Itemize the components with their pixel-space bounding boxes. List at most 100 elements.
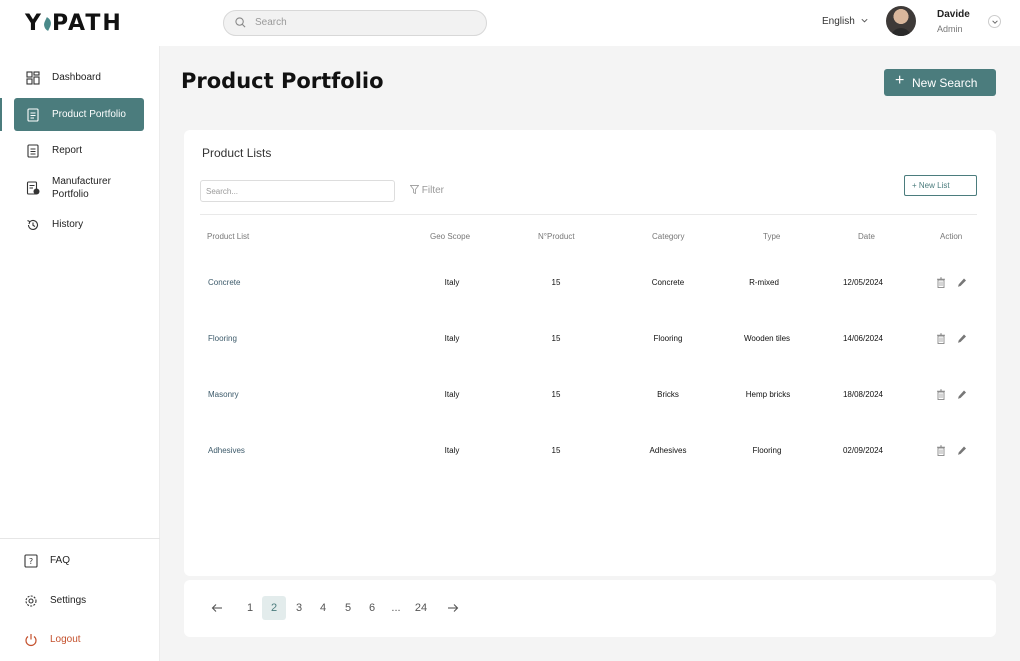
- pagination: 1 2 3 4 5 6 ... 24: [184, 580, 996, 637]
- pencil-icon[interactable]: [957, 389, 967, 400]
- gear-icon: [25, 595, 37, 607]
- product-list-name[interactable]: Adhesives: [208, 445, 245, 456]
- table-row[interactable]: Masonry Italy 15 Bricks Hemp bricks 18/0…: [184, 366, 996, 422]
- sidebar-item-settings[interactable]: Settings: [12, 584, 142, 617]
- sidebar-item-label: Logout: [50, 634, 81, 645]
- filter-label: Filter: [421, 185, 445, 196]
- type-cell: Hemp bricks: [745, 390, 791, 399]
- page-5[interactable]: 5: [336, 596, 360, 620]
- product-list-name[interactable]: Concrete: [208, 277, 240, 288]
- arrow-right-icon[interactable]: [447, 602, 459, 614]
- date-cell: 18/08/2024: [842, 390, 884, 399]
- active-indicator: [0, 98, 2, 131]
- column-header-n-product[interactable]: N°Product: [538, 232, 575, 241]
- arrow-left-icon[interactable]: [211, 602, 223, 614]
- search-icon: [235, 17, 246, 28]
- page-6[interactable]: 6: [360, 596, 384, 620]
- product-count-cell: 15: [551, 334, 561, 343]
- trash-icon[interactable]: [936, 277, 946, 288]
- page-24[interactable]: 24: [409, 596, 433, 620]
- svg-text:?: ?: [29, 557, 33, 566]
- page-ellipsis: ...: [391, 602, 401, 614]
- geo-scope-cell: Italy: [444, 390, 460, 399]
- category-cell: Flooring: [653, 334, 683, 343]
- chevron-down-icon[interactable]: [860, 16, 869, 25]
- type-cell: R-mixed: [749, 278, 779, 287]
- geo-scope-cell: Italy: [444, 278, 460, 287]
- header-divider: [200, 214, 977, 215]
- table-row[interactable]: Concrete Italy 15 Concrete R-mixed 12/05…: [184, 254, 996, 310]
- column-header-product-list[interactable]: Product List: [207, 232, 249, 241]
- power-icon: [25, 634, 37, 647]
- new-list-button[interactable]: + New List: [904, 175, 977, 196]
- language-selector[interactable]: English: [822, 16, 855, 27]
- sidebar-item-report[interactable]: Report: [14, 134, 144, 167]
- sidebar-item-label: Dashboard: [52, 72, 101, 83]
- page-title: Product Portfolio: [181, 69, 384, 93]
- category-cell: Concrete: [651, 278, 685, 287]
- date-cell: 14/06/2024: [842, 334, 884, 343]
- trash-icon[interactable]: [936, 333, 946, 344]
- sidebar: Dashboard Product Portfolio Report Manuf…: [0, 46, 160, 661]
- user-role: Admin: [937, 24, 963, 34]
- new-search-button[interactable]: + New Search: [884, 69, 996, 96]
- page-4[interactable]: 4: [311, 596, 335, 620]
- list-search-input[interactable]: Search...: [200, 180, 395, 202]
- trash-icon[interactable]: [936, 389, 946, 400]
- sidebar-item-label: FAQ: [50, 555, 71, 566]
- manufacturer-doc-icon: [26, 181, 40, 195]
- page-3[interactable]: 3: [287, 596, 311, 620]
- sidebar-item-label: History: [52, 219, 84, 230]
- faq-icon: ?: [24, 554, 38, 568]
- pencil-icon[interactable]: [957, 333, 967, 344]
- sidebar-item-history[interactable]: History: [14, 208, 144, 241]
- sidebar-item-manufacturer-portfolio[interactable]: Manufacturer Portfolio: [14, 170, 144, 206]
- date-cell: 02/09/2024: [842, 446, 884, 455]
- page-2[interactable]: 2: [262, 596, 286, 620]
- logout-button[interactable]: Logout: [12, 623, 142, 656]
- product-count-cell: 15: [551, 446, 561, 455]
- search-placeholder: Search: [255, 17, 287, 28]
- table-row[interactable]: Flooring Italy 15 Flooring Wooden tiles …: [184, 310, 996, 366]
- geo-scope-cell: Italy: [444, 334, 460, 343]
- product-list-name[interactable]: Masonry: [208, 389, 239, 400]
- filter-icon: [409, 185, 420, 195]
- plus-icon: +: [895, 72, 905, 89]
- sidebar-item-product-portfolio[interactable]: Product Portfolio: [14, 98, 144, 131]
- search-input[interactable]: Search: [223, 10, 487, 36]
- user-name: Davide: [937, 9, 970, 20]
- product-count-cell: 15: [551, 278, 561, 287]
- sidebar-item-label: Report: [52, 145, 83, 156]
- product-list-name[interactable]: Flooring: [208, 333, 237, 344]
- pencil-icon[interactable]: [957, 445, 967, 456]
- report-icon: [27, 144, 39, 158]
- sidebar-divider: [0, 538, 160, 539]
- new-list-label: + New List: [912, 181, 950, 190]
- sidebar-item-label: Settings: [50, 595, 87, 606]
- geo-scope-cell: Italy: [444, 446, 460, 455]
- trash-icon[interactable]: [936, 445, 946, 456]
- column-header-type[interactable]: Type: [763, 232, 780, 241]
- new-search-label: New Search: [912, 76, 978, 90]
- filter-button[interactable]: Filter: [409, 185, 445, 196]
- avatar[interactable]: [886, 6, 916, 36]
- list-search-placeholder: Search...: [206, 187, 239, 196]
- logo[interactable]: Y PATH: [25, 11, 123, 36]
- sidebar-item-dashboard[interactable]: Dashboard: [14, 61, 144, 94]
- column-header-category[interactable]: Category: [652, 232, 684, 241]
- column-header-date[interactable]: Date: [858, 232, 875, 241]
- page-1[interactable]: 1: [238, 596, 262, 620]
- type-cell: Flooring: [752, 446, 782, 455]
- category-cell: Adhesives: [649, 446, 687, 455]
- sidebar-item-label: Manufacturer Portfolio: [52, 176, 111, 200]
- document-icon: [27, 108, 39, 122]
- sidebar-item-label: Product Portfolio: [52, 109, 126, 120]
- history-icon: [27, 219, 39, 230]
- user-menu-button[interactable]: [988, 15, 1001, 28]
- dashboard-icon: [26, 71, 40, 85]
- table-row[interactable]: Adhesives Italy 15 Adhesives Flooring 02…: [184, 422, 996, 478]
- column-header-geo-scope[interactable]: Geo Scope: [430, 232, 470, 241]
- product-count-cell: 15: [551, 390, 561, 399]
- sidebar-item-faq[interactable]: ? FAQ: [12, 544, 142, 577]
- pencil-icon[interactable]: [957, 277, 967, 288]
